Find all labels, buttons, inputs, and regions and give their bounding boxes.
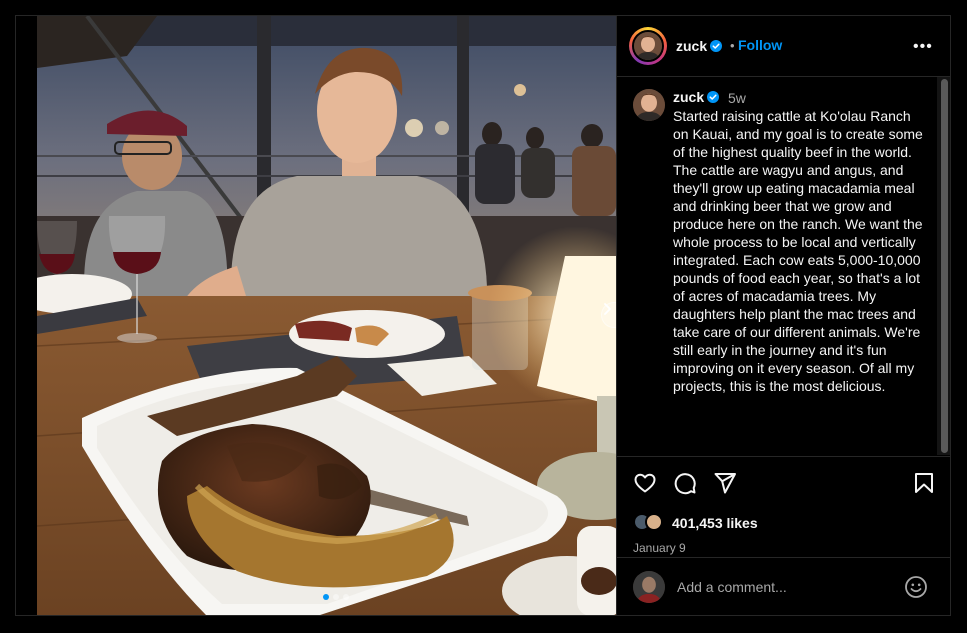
username-text[interactable]: zuck xyxy=(676,38,707,54)
caption-scrollbar[interactable] xyxy=(937,77,950,455)
story-ring[interactable] xyxy=(629,27,667,65)
comment-input[interactable] xyxy=(677,577,897,597)
post-header: zuck • Follow ••• xyxy=(617,16,950,77)
carousel-dot-2 xyxy=(333,594,339,600)
caption-username-text[interactable]: zuck xyxy=(673,89,704,105)
post-sidebar: zuck • Follow ••• zuck 5w Started raisin… xyxy=(616,16,950,615)
chevron-right-icon xyxy=(604,303,611,315)
send-icon[interactable] xyxy=(713,471,737,495)
comment-bar xyxy=(617,557,950,615)
comment-icon[interactable] xyxy=(673,471,697,495)
carousel-dot-3 xyxy=(343,594,349,600)
avatar-image xyxy=(634,32,662,60)
avatar xyxy=(632,30,664,62)
caption-text: Started raising cattle at Ko'olau Ranch … xyxy=(673,108,923,394)
post-timestamp[interactable]: 5w xyxy=(728,90,746,106)
emoji-icon[interactable] xyxy=(904,575,928,599)
current-user-avatar xyxy=(633,571,665,603)
post-date[interactable]: January 9 xyxy=(633,541,686,555)
caption-avatar[interactable] xyxy=(633,89,665,121)
caption-username[interactable]: zuck xyxy=(673,89,720,105)
carousel-dot-1 xyxy=(323,594,329,600)
avatar-image xyxy=(633,571,665,603)
username[interactable]: zuck xyxy=(676,38,723,54)
post-dialog: zuck • Follow ••• zuck 5w Started raisin… xyxy=(15,15,951,616)
scrollbar-thumb[interactable] xyxy=(941,79,948,453)
verified-badge-icon xyxy=(707,91,720,103)
verified-badge-icon xyxy=(710,40,723,52)
liker-avatar xyxy=(645,513,663,531)
post-photo xyxy=(37,16,616,615)
bookmark-icon[interactable] xyxy=(912,471,936,495)
heart-icon[interactable] xyxy=(633,471,657,495)
avatar-image xyxy=(633,89,665,121)
more-icon[interactable]: ••• xyxy=(913,38,933,56)
post-media[interactable] xyxy=(37,16,616,615)
separator: • xyxy=(730,38,735,53)
caption-section: zuck 5w Started raising cattle at Ko'ola… xyxy=(617,77,950,457)
likes-count[interactable]: 401,453 likes xyxy=(672,515,758,531)
carousel-indicator xyxy=(323,594,349,600)
follow-button[interactable]: Follow xyxy=(738,37,782,53)
